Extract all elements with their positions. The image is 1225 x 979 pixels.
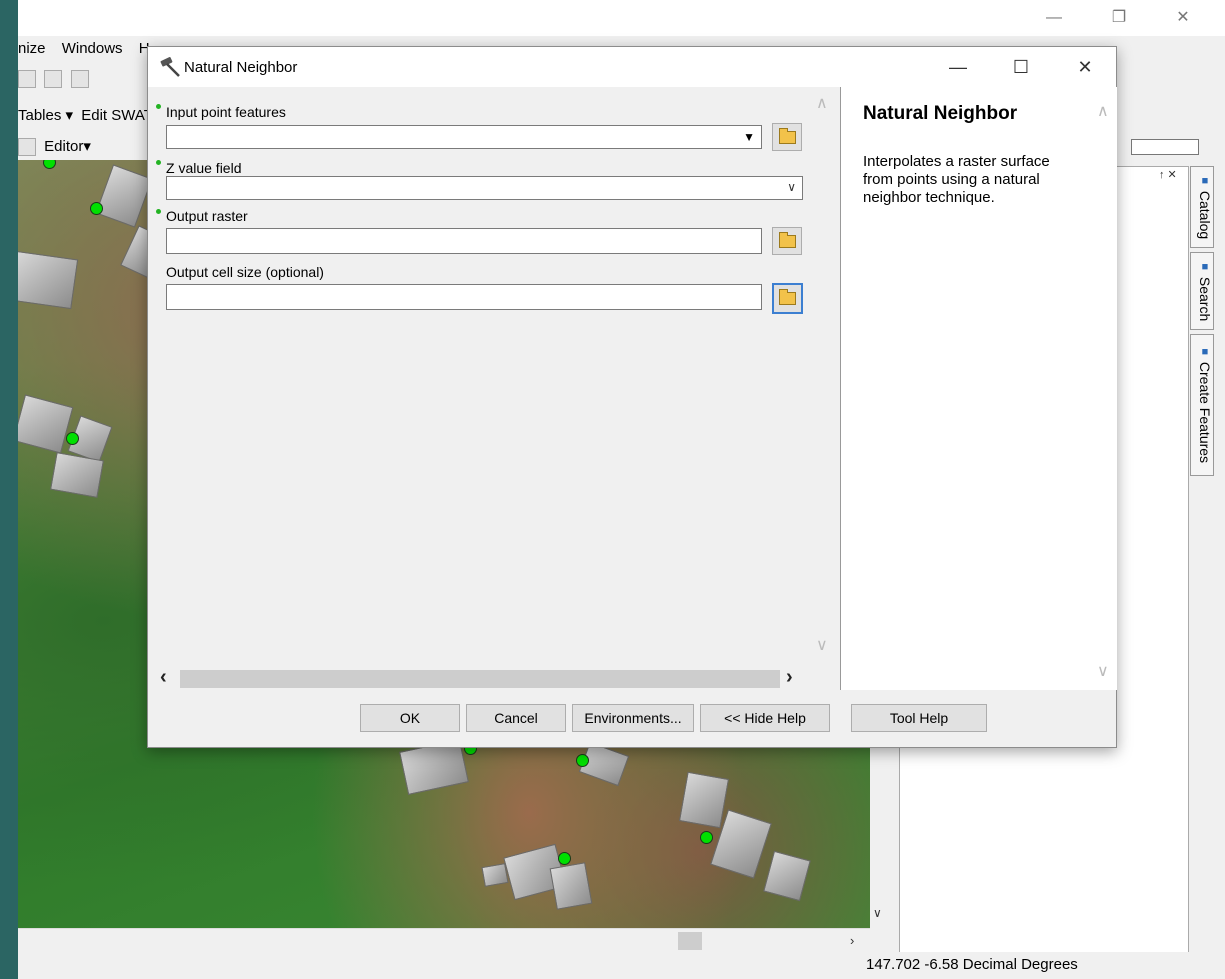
chevron-right-icon[interactable]: ›: [850, 933, 854, 948]
input-point-features-dropdown[interactable]: ▼: [166, 125, 762, 149]
tab-create-features[interactable]: ■ Create Features: [1190, 334, 1214, 476]
parameters-vertical-scrollbar[interactable]: ∧ ∨: [812, 87, 838, 690]
tables-menu[interactable]: Tables ▾: [18, 107, 73, 124]
cancel-button[interactable]: Cancel: [466, 704, 566, 732]
catalog-icon: ■: [1199, 174, 1211, 187]
building-roof: [18, 250, 79, 310]
app-restore-button[interactable]: ❐: [1104, 6, 1134, 30]
z-value-field-select[interactable]: ∨: [166, 176, 803, 200]
output-raster-browse-button[interactable]: [772, 227, 802, 255]
chevron-down-icon[interactable]: ∨: [787, 180, 796, 194]
tab-catalog-label: Catalog: [1197, 190, 1213, 240]
tab-create-features-label: Create Features: [1197, 362, 1213, 464]
hammer-icon: [160, 57, 180, 77]
editor-toolbar-icon[interactable]: [18, 138, 36, 157]
toolbar-row-2: Tables ▾ Edit SWAT: [18, 106, 153, 124]
coordinate-readout: 147.702 -6.58 Decimal Degrees: [866, 956, 1078, 973]
building-roof: [95, 164, 153, 228]
help-pane: Natural Neighbor Interpolates a raster s…: [840, 87, 1117, 690]
point-feature[interactable]: [90, 202, 103, 215]
required-indicator: [156, 160, 161, 165]
map-horizontal-scrollbar[interactable]: ›: [18, 928, 870, 953]
tab-catalog[interactable]: ■ Catalog: [1190, 166, 1214, 248]
natural-neighbor-dialog: Natural Neighbor — ☐ ✕ Input point featu…: [147, 46, 1117, 748]
app-close-button[interactable]: ✕: [1168, 6, 1198, 30]
building-roof: [18, 394, 74, 454]
scroll-thumb[interactable]: [180, 670, 780, 688]
input-point-features-browse-button[interactable]: [772, 123, 802, 151]
dialog-minimize-button[interactable]: —: [938, 55, 978, 79]
app-menubar: nize Windows H: [18, 40, 162, 62]
chevron-down-icon[interactable]: ∨: [816, 635, 828, 655]
create-features-icon: ■: [1199, 346, 1211, 359]
param-label-output-cell-size: Output cell size (optional): [166, 264, 324, 280]
environments-button[interactable]: Environments...: [572, 704, 694, 732]
point-feature[interactable]: [576, 754, 589, 767]
output-cell-size-browse-button[interactable]: [772, 283, 803, 314]
scale-input[interactable]: [1131, 139, 1199, 155]
window-icon[interactable]: [70, 70, 89, 88]
dialog-maximize-button[interactable]: ☐: [1001, 55, 1041, 79]
output-raster-input[interactable]: [166, 228, 762, 254]
dialog-close-button[interactable]: ✕: [1065, 55, 1105, 79]
dropdown-arrow-icon[interactable]: ▼: [743, 130, 755, 144]
param-label-input-point-features: Input point features: [166, 104, 286, 120]
hide-help-button[interactable]: << Hide Help: [700, 704, 830, 732]
status-bar: 147.702 -6.58 Decimal Degrees: [18, 952, 1225, 979]
tab-search-label: Search: [1197, 276, 1213, 322]
parameters-pane: Input point features ▼ Z value field ∨ O…: [148, 87, 838, 690]
pin-icon[interactable]: ↑ ✕: [1159, 168, 1177, 181]
point-feature[interactable]: [700, 831, 713, 844]
param-label-output-raster: Output raster: [166, 208, 248, 224]
table-icon[interactable]: [44, 70, 63, 88]
menu-customize[interactable]: nize: [18, 40, 46, 57]
tool-help-button[interactable]: Tool Help: [851, 704, 987, 732]
dialog-titlebar[interactable]: Natural Neighbor — ☐ ✕: [148, 47, 1116, 87]
chevron-up-icon[interactable]: ∧: [816, 93, 828, 113]
app-minimize-button[interactable]: —: [1039, 6, 1069, 30]
param-label-z-value-field: Z value field: [166, 160, 242, 176]
folder-open-icon: [778, 231, 796, 248]
dialog-buttons: OK Cancel Environments... << Hide Help T…: [148, 690, 1116, 747]
point-feature[interactable]: [66, 432, 79, 445]
chevron-right-icon[interactable]: ›: [786, 666, 793, 689]
building-roof: [549, 862, 593, 910]
edit-swat-menu[interactable]: Edit SWAT: [81, 107, 153, 124]
tab-search[interactable]: ■ Search: [1190, 252, 1214, 330]
scroll-thumb[interactable]: [678, 932, 702, 950]
chevron-up-icon[interactable]: ∧: [1097, 101, 1109, 121]
ok-button[interactable]: OK: [360, 704, 460, 732]
app-titlebar: — ❐ ✕: [18, 0, 1225, 36]
building-roof: [50, 452, 104, 498]
chevron-down-icon[interactable]: ∨: [873, 906, 882, 920]
required-indicator: [156, 104, 161, 109]
folder-open-icon: [778, 127, 796, 144]
building-roof: [678, 771, 730, 829]
point-feature[interactable]: [558, 852, 571, 865]
help-title: Natural Neighbor: [863, 103, 1018, 124]
toolbar-row-3: Editor▾: [18, 137, 158, 161]
parameters-horizontal-scrollbar[interactable]: ‹ ›: [160, 666, 808, 689]
help-description: Interpolates a raster surface from point…: [863, 153, 1050, 206]
chevron-down-icon[interactable]: ∨: [1097, 661, 1109, 681]
editor-menu[interactable]: Editor▾: [44, 138, 91, 155]
chevron-left-icon[interactable]: ‹: [160, 666, 167, 689]
building-roof: [481, 863, 509, 887]
toolbar-row-1: [18, 70, 158, 100]
xy-icon[interactable]: [18, 70, 36, 88]
output-cell-size-input[interactable]: [166, 284, 762, 310]
menu-windows[interactable]: Windows: [62, 40, 123, 57]
side-tabs: ■ Catalog ■ Search ■ Create Features: [1190, 166, 1214, 480]
dialog-title: Natural Neighbor: [184, 59, 298, 76]
building-roof: [763, 850, 811, 902]
required-indicator: [156, 209, 161, 214]
search-icon: ■: [1199, 260, 1211, 273]
folder-open-icon: [779, 289, 796, 305]
point-feature[interactable]: [43, 160, 56, 169]
